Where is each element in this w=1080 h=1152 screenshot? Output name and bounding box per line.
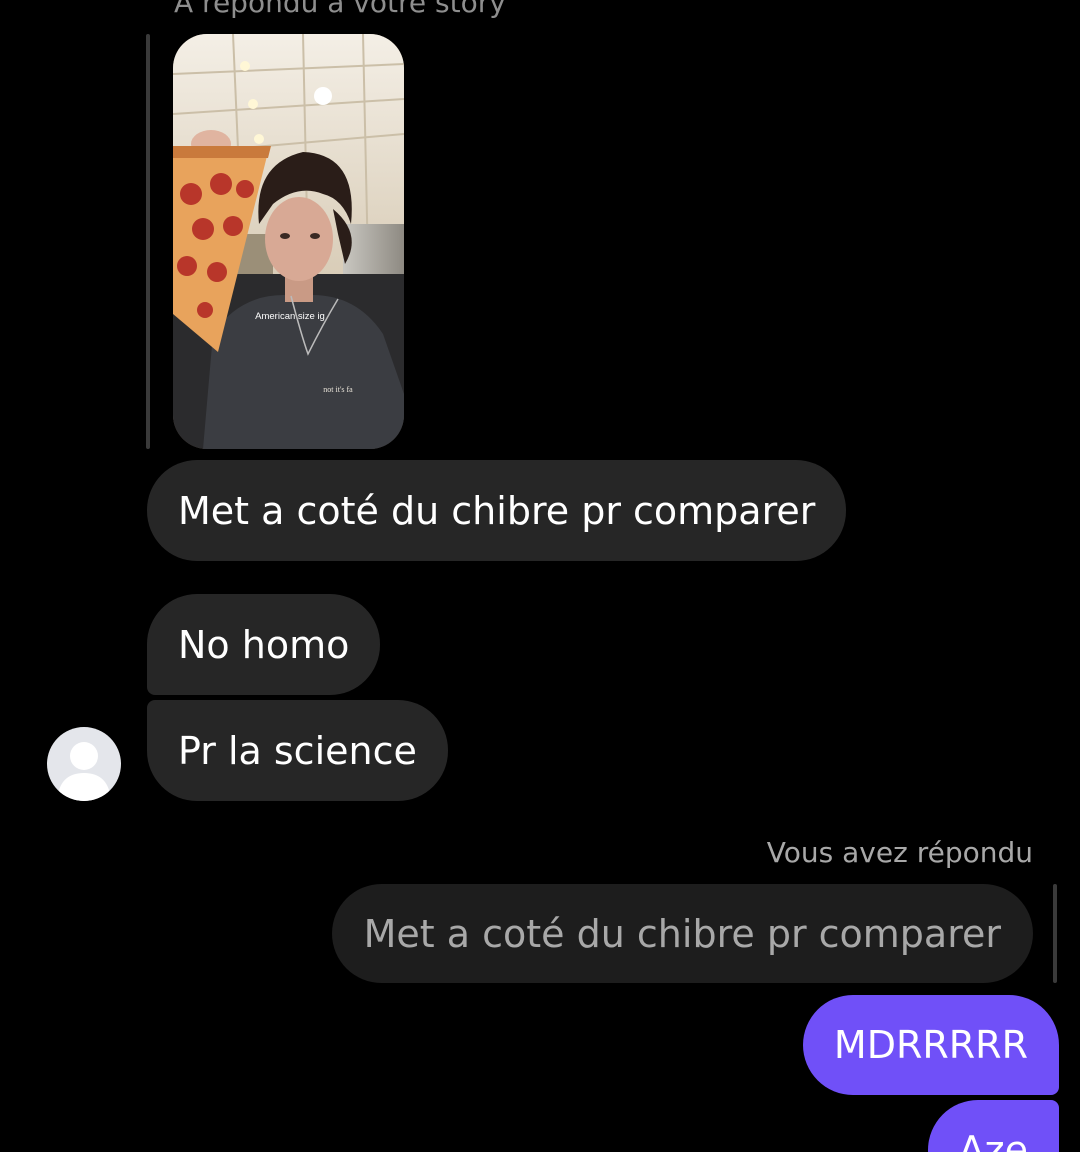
story-image: American size ig not it's fa <box>173 34 404 449</box>
outgoing-message[interactable]: MDRRRRR <box>802 995 1059 1095</box>
incoming-message[interactable]: Pr la science <box>147 700 448 801</box>
incoming-message[interactable]: Met a coté du chibre pr comparer <box>147 460 847 561</box>
story-thumbnail[interactable]: American size ig not it's fa <box>173 34 404 449</box>
incoming-message[interactable]: No homo <box>147 594 381 695</box>
story-shirt-text: not it's fa <box>323 385 353 394</box>
quoted-message[interactable]: Met a coté du chibre pr comparer <box>331 884 1033 983</box>
reply-caption: Vous avez répondu <box>766 836 1033 869</box>
reply-quote-bar <box>1053 884 1057 983</box>
story-overlay-text: American size ig <box>255 311 325 322</box>
chat-thread: A répondu à votre story American size ig… <box>0 0 1080 1152</box>
default-avatar-icon <box>57 742 111 801</box>
outgoing-message[interactable]: Aze <box>927 1100 1059 1152</box>
contact-avatar[interactable] <box>47 727 121 801</box>
story-quote-bar <box>146 34 150 449</box>
story-reply-caption: A répondu à votre story <box>174 0 506 19</box>
